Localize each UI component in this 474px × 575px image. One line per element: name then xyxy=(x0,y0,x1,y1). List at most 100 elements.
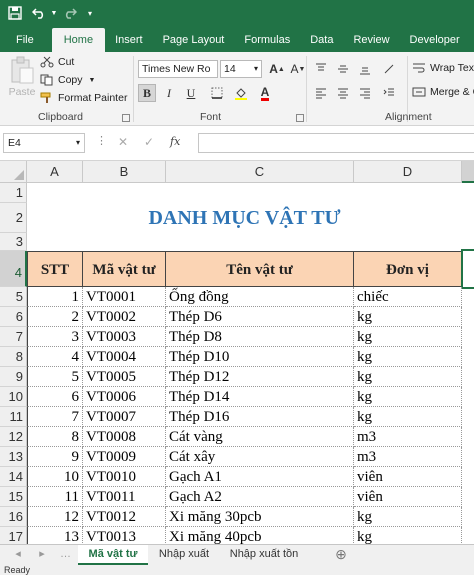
stt-cell[interactable]: 9 xyxy=(27,447,83,467)
name-cell[interactable]: Gạch A1 xyxy=(166,467,354,487)
code-cell[interactable]: VT0011 xyxy=(83,487,166,507)
row-header-15[interactable]: 15 xyxy=(0,487,27,507)
code-cell[interactable]: VT0004 xyxy=(83,347,166,367)
stt-cell[interactable]: 1 xyxy=(27,287,83,307)
column-header-d[interactable]: D xyxy=(354,161,462,183)
formula-input[interactable] xyxy=(198,133,474,153)
code-cell[interactable]: VT0001 xyxy=(83,287,166,307)
cut-button[interactable]: Cut xyxy=(40,56,74,68)
row-header-3[interactable]: 3 xyxy=(0,233,27,251)
name-cell[interactable]: Cát vàng xyxy=(166,427,354,447)
name-box[interactable]: E4 ▾ xyxy=(3,133,85,153)
name-cell[interactable]: Thép D6 xyxy=(166,307,354,327)
align-middle-icon[interactable] xyxy=(334,60,352,78)
align-center-icon[interactable] xyxy=(334,84,352,102)
tab-data[interactable]: Data xyxy=(300,28,343,52)
unit-cell[interactable]: kg xyxy=(354,307,462,327)
name-cell[interactable]: Thép D16 xyxy=(166,407,354,427)
name-cell[interactable]: Ống đồng xyxy=(166,287,354,307)
row-header-11[interactable]: 11 xyxy=(0,407,27,427)
row-header-6[interactable]: 6 xyxy=(0,307,27,327)
row-header-14[interactable]: 14 xyxy=(0,467,27,487)
font-launcher-icon[interactable] xyxy=(296,114,304,122)
wrap-text-button[interactable]: Wrap Text xyxy=(412,62,474,74)
enter-icon[interactable]: ✓ xyxy=(144,135,154,149)
copy-dropdown-icon[interactable]: ▼ xyxy=(89,77,96,84)
unit-cell[interactable]: kg xyxy=(354,347,462,367)
header-cell-ma-vat-tu[interactable]: Mã vật tư xyxy=(83,251,166,287)
row-header-8[interactable]: 8 xyxy=(0,347,27,367)
align-top-icon[interactable] xyxy=(312,60,330,78)
orientation-icon[interactable] xyxy=(380,60,398,78)
header-cell-stt[interactable]: STT xyxy=(27,251,83,287)
borders-icon[interactable] xyxy=(208,84,226,102)
stt-cell[interactable]: 3 xyxy=(27,327,83,347)
tab-review[interactable]: Review xyxy=(343,28,399,52)
fill-color-icon[interactable] xyxy=(232,84,250,102)
name-cell[interactable]: Xi măng 40pcb xyxy=(166,527,354,544)
row-header-10[interactable]: 10 xyxy=(0,387,27,407)
code-cell[interactable]: VT0012 xyxy=(83,507,166,527)
spreadsheet-grid[interactable]: A B C D 1 2 3 4 5 6 7 8 9 10 11 12 13 14… xyxy=(0,161,474,544)
column-header-e[interactable] xyxy=(462,161,474,183)
undo-dropdown-icon[interactable]: ▼ xyxy=(48,0,60,26)
align-bottom-icon[interactable] xyxy=(356,60,374,78)
name-cell[interactable]: Thép D10 xyxy=(166,347,354,367)
name-cell[interactable]: Thép D14 xyxy=(166,387,354,407)
row-header-7[interactable]: 7 xyxy=(0,327,27,347)
tab-insert[interactable]: Insert xyxy=(105,28,153,52)
unit-cell[interactable]: kg xyxy=(354,367,462,387)
italic-button[interactable]: I xyxy=(160,84,178,102)
unit-cell[interactable]: m3 xyxy=(354,427,462,447)
more-sheets-icon[interactable]: … xyxy=(60,545,71,565)
underline-button[interactable]: U xyxy=(182,84,200,102)
unit-cell[interactable]: kg xyxy=(354,507,462,527)
code-cell[interactable]: VT0002 xyxy=(83,307,166,327)
row-header-16[interactable]: 16 xyxy=(0,507,27,527)
undo-icon[interactable] xyxy=(30,0,48,26)
save-icon[interactable] xyxy=(0,0,30,26)
decrease-font-button[interactable]: A ▼ xyxy=(289,60,307,78)
header-cell-don-vi[interactable]: Đơn vị xyxy=(354,251,462,287)
unit-cell[interactable]: kg xyxy=(354,387,462,407)
align-right-icon[interactable] xyxy=(356,84,374,102)
row-header-17[interactable]: 17 xyxy=(0,527,27,544)
clipboard-launcher-icon[interactable] xyxy=(122,114,130,122)
bold-button[interactable]: B xyxy=(138,84,156,102)
row-header-1[interactable]: 1 xyxy=(0,183,27,203)
row-header-12[interactable]: 12 xyxy=(0,427,27,447)
name-cell[interactable]: Thép D8 xyxy=(166,327,354,347)
sheet-tab-nhap-xuat[interactable]: Nhập xuất xyxy=(150,545,218,565)
code-cell[interactable]: VT0005 xyxy=(83,367,166,387)
name-cell[interactable]: Cát xây xyxy=(166,447,354,467)
sheet-tab-ma-vat-tu[interactable]: Mã vật tư xyxy=(78,545,148,565)
code-cell[interactable]: VT0003 xyxy=(83,327,166,347)
cancel-icon[interactable]: ✕ xyxy=(118,135,128,149)
tab-formulas[interactable]: Formulas xyxy=(234,28,300,52)
font-color-icon[interactable]: A xyxy=(256,84,274,102)
column-header-a[interactable]: A xyxy=(27,161,83,183)
row-header-2[interactable]: 2 xyxy=(0,203,27,233)
indent-icon[interactable] xyxy=(380,84,398,102)
unit-cell[interactable]: kg xyxy=(354,407,462,427)
format-painter-button[interactable]: Format Painter xyxy=(40,92,127,104)
stt-cell[interactable]: 12 xyxy=(27,507,83,527)
customize-qat-icon[interactable]: ▾ xyxy=(80,0,100,26)
code-cell[interactable]: VT0010 xyxy=(83,467,166,487)
header-cell-ten-vat-tu[interactable]: Tên vật tư xyxy=(166,251,354,287)
stt-cell[interactable]: 4 xyxy=(27,347,83,367)
stt-cell[interactable]: 5 xyxy=(27,367,83,387)
stt-cell[interactable]: 8 xyxy=(27,427,83,447)
column-header-c[interactable]: C xyxy=(166,161,354,183)
unit-cell[interactable]: m3 xyxy=(354,447,462,467)
row-header-13[interactable]: 13 xyxy=(0,447,27,467)
row-header-4[interactable]: 4 xyxy=(0,251,27,287)
paste-button[interactable]: Paste xyxy=(8,56,36,98)
stt-cell[interactable]: 7 xyxy=(27,407,83,427)
stt-cell[interactable]: 13 xyxy=(27,527,83,544)
stt-cell[interactable]: 2 xyxy=(27,307,83,327)
unit-cell[interactable]: viên xyxy=(354,487,462,507)
row-header-9[interactable]: 9 xyxy=(0,367,27,387)
unit-cell[interactable]: kg xyxy=(354,527,462,544)
font-name-combo[interactable]: Times New Ro xyxy=(138,60,218,78)
